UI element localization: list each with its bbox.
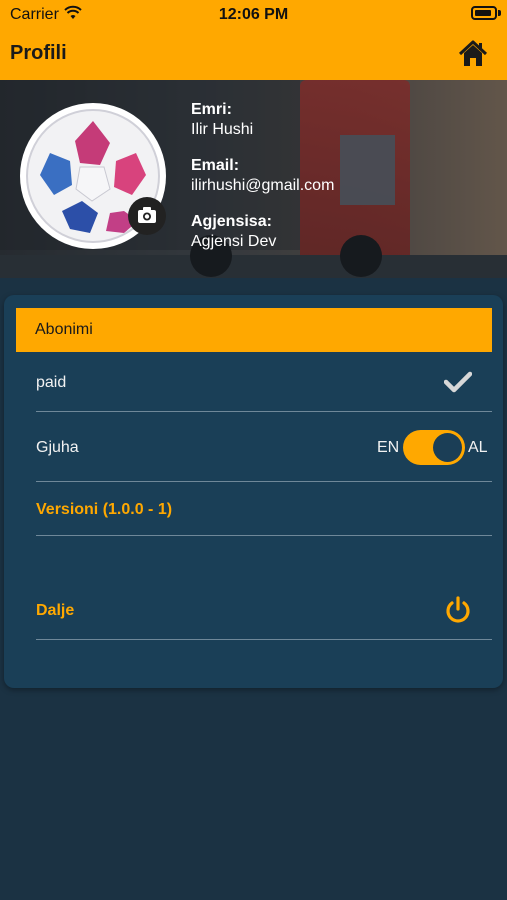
agency-value: Agjensi Dev <box>191 233 277 250</box>
subscription-header: Abonimi <box>16 308 492 352</box>
subscription-status: paid <box>36 374 67 391</box>
toggle-knob <box>433 433 462 462</box>
battery-icon <box>471 6 497 20</box>
clock: 12:06 PM <box>218 6 289 23</box>
home-icon[interactable] <box>457 38 489 70</box>
camera-button[interactable] <box>128 197 166 235</box>
agency-label: Agjensisa: <box>191 213 272 230</box>
nav-bar: Profili <box>0 30 507 80</box>
profile-info: Emri: Ilir Hushi Email: ilirhushi@gmail.… <box>191 100 334 268</box>
language-option-en: EN <box>377 439 400 456</box>
email-value: ilirhushi@gmail.com <box>191 177 335 194</box>
page-title: Profili <box>10 42 67 64</box>
language-label: Gjuha <box>36 439 79 456</box>
status-bar: Carrier 12:06 PM <box>0 0 507 30</box>
subscription-row: paid <box>36 352 492 412</box>
logout-label: Dalje <box>36 602 75 619</box>
email-label: Email: <box>191 157 240 174</box>
power-icon[interactable] <box>444 596 472 624</box>
version-label: Versioni (1.0.0 - 1) <box>36 501 173 518</box>
version-row: Versioni (1.0.0 - 1) <box>36 482 492 536</box>
name-label: Emri: <box>191 101 232 118</box>
camera-icon <box>138 207 156 223</box>
checkmark-icon <box>444 371 472 393</box>
logout-row[interactable]: Dalje <box>36 536 492 640</box>
name-value: Ilir Hushi <box>191 121 254 138</box>
language-toggle[interactable] <box>403 430 465 465</box>
language-option-al: AL <box>468 439 488 456</box>
subscription-header-label: Abonimi <box>35 321 93 338</box>
